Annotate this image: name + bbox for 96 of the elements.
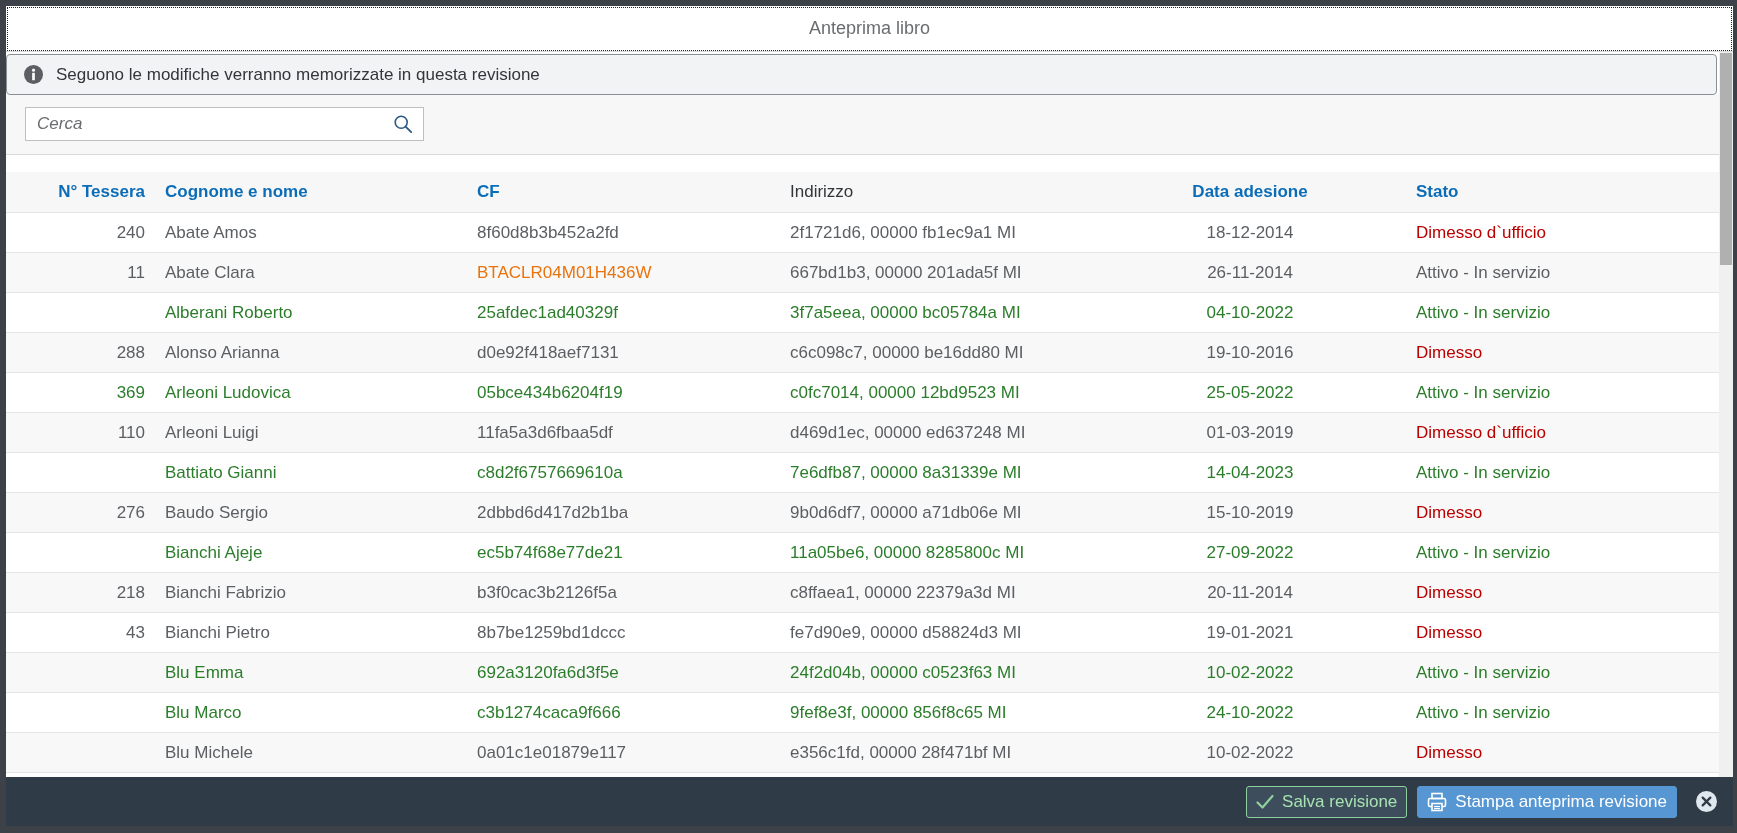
table-cell-text: Attivo - In servizio — [1415, 662, 1552, 683]
table-cell-text: 2dbbd6d417d2b1ba — [476, 502, 630, 523]
scrollbar-thumb[interactable] — [1720, 53, 1732, 265]
column-header: Indirizzo — [789, 182, 855, 202]
table-cell-text: Arleoni Ludovica — [164, 382, 292, 403]
table-cell-text: 276 — [115, 502, 146, 523]
table-cell-text: 18-12-2014 — [1205, 222, 1295, 243]
table-cell-text: Alberani Roberto — [164, 302, 294, 323]
table-cell-text: 2f1721d6, 00000 fb1ec9a1 MI — [789, 222, 1017, 243]
table-cell-text: BTACLR04M01H436W — [476, 262, 653, 283]
table-cell-text: c0fc7014, 00000 12bd9523 MI — [789, 382, 1021, 403]
column-header[interactable]: CF — [469, 182, 782, 202]
table-cell-text: 04-10-2022 — [1205, 302, 1295, 323]
close-icon[interactable] — [1696, 791, 1717, 812]
table-cell-text: e356c1fd, 00000 28f471bf MI — [789, 742, 1013, 763]
table-cell-text: Blu Michele — [164, 742, 254, 763]
table-cell-text: ec5b74f68e77de21 — [476, 542, 624, 563]
table-cell-text: 8b7be1259bd1dccc — [476, 622, 627, 643]
table-cell-text: 25-05-2022 — [1205, 382, 1295, 403]
table-cell-text: Dimesso d`ufficio — [1415, 222, 1548, 243]
scrollbar[interactable] — [1719, 52, 1733, 777]
table-cell-text: Dimesso — [1415, 742, 1484, 763]
table-cell-text: 26-11-2014 — [1206, 262, 1294, 283]
table-cell-text: 20-11-2014 — [1206, 582, 1294, 603]
table-cell-text: 24-10-2022 — [1205, 702, 1295, 723]
table-cell-text: 01-03-2019 — [1205, 422, 1295, 443]
table-cell-text: 8f60d8b3b452a2fd — [476, 222, 620, 243]
table-cell-text: fe7d90e9, 00000 d58824d3 MI — [789, 622, 1023, 643]
table-cell-text: 43 — [125, 622, 146, 643]
info-icon — [24, 65, 43, 84]
table-cell-text: 110 — [116, 422, 146, 443]
table-cell-text: Attivo - In servizio — [1415, 542, 1552, 563]
table-cell-text: Attivo - In servizio — [1415, 382, 1552, 403]
table-cell-text: Dimesso — [1415, 582, 1484, 603]
table-cell-text: 10-02-2022 — [1205, 662, 1295, 683]
table-cell-text: c6c098c7, 00000 be16dd80 MI — [789, 342, 1025, 363]
table-cell-text: c3b1274caca9f666 — [476, 702, 622, 723]
table-cell-text: 218 — [115, 582, 146, 603]
table-cell-text: 24f2d04b, 00000 c0523f63 MI — [789, 662, 1017, 683]
printer-icon — [1427, 791, 1448, 812]
table-cell-text: 25afdec1ad40329f — [476, 302, 619, 323]
table-cell-text: 10-02-2022 — [1205, 742, 1295, 763]
save-button[interactable]: Salva revisione — [1246, 785, 1408, 818]
column-header[interactable]: Stato — [1408, 182, 1719, 202]
table-cell-text: 0a01c1e01879e117 — [476, 742, 628, 763]
table-cell-text: Bianchi Ajeje — [164, 542, 264, 563]
column-header[interactable]: Cognome e nome — [157, 182, 469, 202]
table-cell-text: Bianchi Pietro — [164, 622, 271, 643]
table-cell-text: 667bd1b3, 00000 201ada5f MI — [789, 262, 1023, 283]
table-cell-text: Attivo - In servizio — [1415, 302, 1552, 323]
table-cell-text: 9fef8e3f, 00000 856f8c65 MI — [789, 702, 1008, 723]
table-cell-text: Arleoni Luigi — [164, 422, 260, 443]
table-cell-text: 7e6dfb87, 00000 8a31339e MI — [789, 462, 1023, 483]
dialog-title: Anteprima libro — [808, 18, 931, 39]
table-cell-text: Dimesso — [1415, 342, 1484, 363]
table-cell-text: Alonso Arianna — [164, 342, 281, 363]
table-cell-text: d469d1ec, 00000 ed637248 MI — [789, 422, 1027, 443]
search-field[interactable]: Cerca — [25, 107, 424, 141]
table-cell-text: Dimesso — [1415, 502, 1484, 523]
table-cell-text: 11 — [126, 262, 146, 283]
table-cell-text: Battiato Gianni — [164, 462, 278, 483]
column-header[interactable]: Data adesione — [1092, 182, 1408, 202]
table-cell-text: 3f7a5eea, 00000 bc05784a MI — [789, 302, 1022, 323]
table-cell-text: 19-01-2021 — [1205, 622, 1295, 643]
table-cell-text: Bianchi Fabrizio — [164, 582, 287, 603]
table-cell-text: 692a3120fa6d3f5e — [476, 662, 620, 683]
table-cell-text: 27-09-2022 — [1205, 542, 1295, 563]
table-cell-text: Baudo Sergio — [164, 502, 270, 523]
table-cell-text: 369 — [115, 382, 146, 403]
table-cell-text: 05bce434b6204f19 — [476, 382, 624, 403]
table-cell-text: 11fa5a3d6fbaa5df — [476, 422, 614, 443]
table-cell-text: 14-04-2023 — [1205, 462, 1295, 483]
table-cell-text: c8d2f6757669610a — [476, 462, 624, 483]
table-cell-text: Dimesso d`ufficio — [1415, 422, 1548, 443]
table-cell-text: d0e92f418aef7131 — [476, 342, 620, 363]
table-cell-text: Blu Emma — [164, 662, 245, 683]
table-cell-text: 9b0d6df7, 00000 a71db06e MI — [789, 502, 1023, 523]
check-icon — [1256, 793, 1275, 810]
table-cell-text: Attivo - In servizio — [1415, 702, 1552, 723]
table-cell-text: b3f0cac3b2126f5a — [476, 582, 618, 603]
table-cell-text: 11a05be6, 00000 8285800c MI — [789, 542, 1026, 563]
table-cell-text: Blu Marco — [164, 702, 243, 723]
table-cell-text: 288 — [115, 342, 146, 363]
column-header[interactable]: N° Tessera — [6, 182, 157, 202]
table-cell-text: 15-10-2019 — [1205, 502, 1295, 523]
table-cell-text: 19-10-2016 — [1205, 342, 1295, 363]
table-cell-text: Attivo - In servizio — [1415, 462, 1552, 483]
table-cell-text: Abate Clara — [164, 262, 256, 283]
table-cell-text: Dimesso — [1415, 622, 1484, 643]
table-cell-text: c8ffaea1, 00000 22379a3d MI — [789, 582, 1017, 603]
table-cell-text: Attivo - In servizio — [1415, 262, 1552, 283]
table-cell-text: 240 — [115, 222, 146, 243]
search-icon[interactable] — [394, 115, 412, 133]
info-message: Seguono le modifiche verranno memorizzate in questa revisione — [56, 64, 540, 85]
print-button[interactable]: Stampa anteprima revisione — [1417, 785, 1677, 818]
table-cell-text: Abate Amos — [164, 222, 258, 243]
